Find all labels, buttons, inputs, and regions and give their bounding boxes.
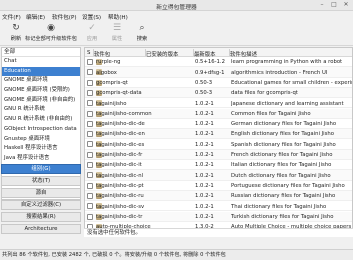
table-row[interactable]: tagainijisho-dic-tr 1.0.2-1 Turkish dictio… (85, 211, 352, 222)
package-details: 没有选中任何软件包。 (84, 228, 353, 237)
menu-bar: 文件(F) 编辑(E) 软件包(P) 设置(S) 帮助(H) (0, 11, 353, 21)
cell-package: gcompris-qt-data (96, 90, 142, 97)
cell-description: Spanish dictionary files for Tagaini Jis… (231, 141, 336, 148)
table-row[interactable]: tagainijisho-dic-en 1.0.2-1 English dictio… (85, 129, 352, 140)
cell-package: algobox (96, 69, 117, 76)
search-button[interactable]: ⌕ 搜索 (118, 22, 166, 44)
cell-package: tagainijisho-dic-de (96, 121, 145, 128)
section-item[interactable]: GNOME 桌面环境 (非自由的) (2, 96, 80, 106)
section-item[interactable]: Gnustep 桌面环境 (2, 135, 80, 145)
table-row[interactable]: tagainijisho-dic-es 1.0.2-1 Spanish dictio… (85, 139, 352, 150)
cell-package: gcompris-qt (96, 79, 128, 86)
cell-package: tagainijisho-dic-it (96, 162, 142, 169)
table-header: S 软件包 已安装的版本 最新版本 软件包描述 (85, 48, 352, 58)
row-checkbox[interactable] (87, 192, 93, 199)
custom-filter-button[interactable]: 自定义过滤器(C) (1, 200, 81, 210)
section-item[interactable]: GNOME 桌面环境 (2, 76, 80, 86)
window-title: 新立得包管理器 (156, 5, 197, 11)
table-row[interactable]: tagainijisho-common 1.0.2-1 Common files f… (85, 108, 352, 119)
table-row[interactable]: algobox 0.9+dfsg-1 algorithmics introducti… (85, 67, 352, 78)
cell-package: tagainijisho-dic-ru (96, 193, 144, 200)
table-row[interactable]: gcompris-qt-data 0.50-3 data files for gco… (85, 87, 352, 99)
cell-package: tagainijisho-dic-es (96, 141, 145, 148)
cell-description: data files for gcompris-qt (231, 90, 298, 97)
origin-filter-button[interactable]: 源自 (1, 188, 81, 198)
row-checkbox[interactable] (87, 110, 93, 117)
table-row[interactable]: tagainijisho-dic-sv 1.0.2-1 Thai dictionar… (85, 201, 352, 212)
row-checkbox[interactable] (87, 162, 93, 168)
maximize-icon[interactable]: □ (330, 1, 338, 9)
table-row[interactable]: gcompris-qt 0.50-3 Educational games for s… (85, 78, 353, 88)
row-checkbox[interactable] (87, 89, 93, 96)
row-checkbox[interactable] (87, 182, 93, 189)
architecture-button[interactable]: Architecture (1, 224, 81, 234)
row-checkbox[interactable] (87, 69, 93, 76)
package-table: S 软件包 已安装的版本 最新版本 软件包描述 rurple-ng 0.5+16-… (84, 47, 353, 236)
section-item-selected[interactable]: Education (2, 66, 80, 77)
row-checkbox[interactable] (87, 213, 93, 220)
section-item[interactable]: Haskell 程序设计语言 (2, 144, 80, 154)
cell-description: algorithmics introduction - French UI (231, 69, 328, 76)
cell-description: Italian dictionary files for Tagaini Jis… (231, 162, 332, 169)
cell-description: Russian dictionary files for Tagaini Jis… (231, 193, 336, 200)
section-item[interactable]: Java 程序设计语言 (2, 154, 80, 164)
cell-description: Japanese dictionary and learning assista… (231, 100, 344, 107)
cell-description: Thai dictionary files for Tagaini Jisho (231, 203, 327, 210)
cell-package: tagainijisho-dic-tr (96, 213, 143, 220)
cell-package: tagainijisho-dic-pt (96, 182, 144, 189)
search-icon: ⌕ (139, 23, 145, 33)
title-bar: 新立得包管理器 – □ ✕ (0, 0, 353, 11)
cell-package: tagainijisho-dic-en (96, 131, 145, 138)
cell-package: tagainijisho (96, 100, 127, 107)
table-row[interactable]: tagainijisho-dic-nl 1.0.2-1 Dutch dictiona… (85, 170, 352, 181)
cell-description: Educational games for small children - e… (231, 79, 353, 86)
cell-package: tagainijisho-dic-sv (96, 203, 145, 210)
cell-description: French dictionary files for Tagaini Jish… (231, 152, 333, 159)
section-item[interactable]: GNU R 统计系统 (2, 105, 80, 115)
cell-description: Dutch dictionary files for Tagaini Jisho (231, 172, 331, 179)
table-row[interactable]: tagainijisho-dic-de 1.0.2-1 German diction… (85, 119, 352, 130)
cell-description: learn programming in Python with a robot (231, 59, 343, 66)
cell-description: Turkish dictionary files for Tagaini Jis… (231, 213, 334, 220)
close-icon[interactable]: ✕ (342, 1, 350, 9)
sections-filter-button[interactable]: 组别(G) (1, 164, 81, 174)
table-row[interactable]: tagainijisho-dic-fr 1.0.2-1 French diction… (85, 149, 352, 160)
table-row[interactable]: tagainijisho 1.0.2-1 Japanese dictionary a… (85, 98, 352, 109)
row-checkbox[interactable] (87, 120, 93, 127)
cell-description: German dictionary files for Tagaini Jish… (231, 121, 337, 128)
window-controls: – □ ✕ (318, 1, 350, 9)
section-item[interactable]: GNU R 统计系统 (非自由的) (2, 115, 80, 125)
toolbar: ↻ 刷新 ◉ 标记全部可升级软件包 ✓ 应用 ☰ 属性 ⌕ 搜索 (0, 20, 353, 46)
section-item[interactable]: Chat (2, 57, 80, 67)
cell-package: tagainijisho-dic-fr (96, 152, 143, 159)
section-list-header[interactable]: 全部 (2, 48, 80, 57)
table-row[interactable]: tagainijisho-dic-ru 1.0.2-1 Russian dictio… (85, 190, 352, 202)
row-checkbox[interactable] (87, 100, 93, 107)
header-status[interactable]: S (87, 50, 90, 56)
cell-description: English dictionary files for Tagaini Jis… (231, 131, 335, 138)
cell-package: tagainijisho-dic-nl (96, 172, 144, 179)
cell-description: Common files for Tagaini Jisho (231, 110, 311, 117)
section-item[interactable]: GObject Introspection data (2, 125, 80, 135)
status-bar: 共列出 86 个软件包, 已安装 2482 个, 已破损 0 个。将安装/升级 … (0, 249, 353, 260)
row-checkbox[interactable] (87, 141, 93, 148)
table-row[interactable]: tagainijisho-dic-it 1.0.2-1 Italian dictio… (85, 160, 352, 171)
row-checkbox[interactable] (87, 59, 93, 65)
search-label: 搜索 (136, 36, 148, 42)
row-checkbox[interactable] (87, 79, 93, 86)
search-results-button[interactable]: 搜索结果(R) (1, 212, 81, 222)
row-checkbox[interactable] (87, 151, 93, 158)
row-checkbox[interactable] (87, 203, 93, 210)
row-checkbox[interactable] (87, 172, 93, 179)
section-item[interactable]: GNOME 桌面环境 (受限的) (2, 86, 80, 96)
status-filter-button[interactable]: 状态(T) (1, 176, 81, 186)
row-checkbox[interactable] (87, 131, 93, 138)
table-row[interactable]: tagainijisho-dic-pt 1.0.2-1 Portuguese dic… (85, 181, 352, 191)
cell-package: tagainijisho-common (96, 110, 152, 117)
table-row[interactable]: rurple-ng 0.5+16-1.2 learn programming in … (85, 57, 352, 68)
minimize-icon[interactable]: – (318, 1, 326, 9)
cell-description: Portuguese dictionary files for Tagaini … (231, 182, 345, 189)
cell-package: rurple-ng (96, 59, 121, 66)
